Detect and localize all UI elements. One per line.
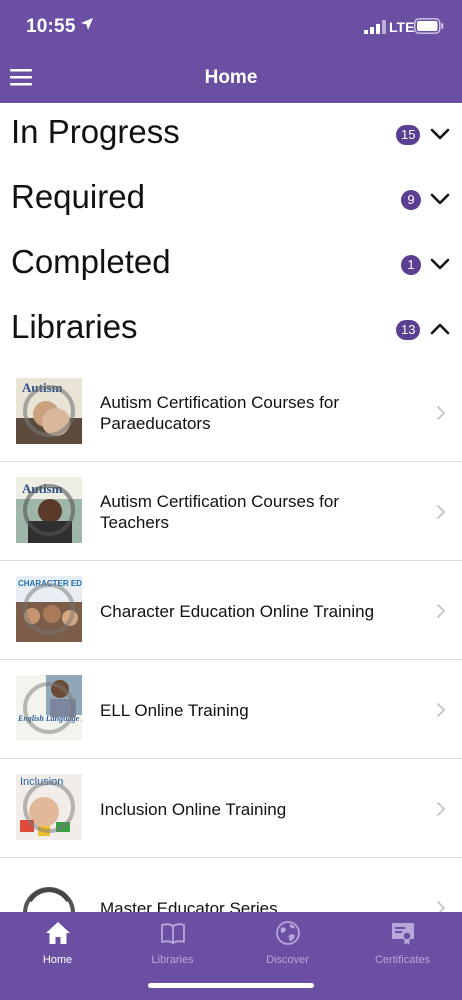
list-item[interactable]: Autism Autism Certification Courses for … xyxy=(0,463,462,561)
battery-icon xyxy=(414,18,444,34)
library-title: Character Education Online Training xyxy=(100,601,375,621)
section-label: Completed xyxy=(11,243,171,280)
chevron-right-icon xyxy=(437,505,446,519)
chevron-right-icon xyxy=(437,802,446,816)
certificate-icon xyxy=(392,923,414,945)
library-title: Autism Certification Courses for Teacher… xyxy=(100,492,340,532)
nav-bar: Home xyxy=(0,56,462,103)
section-label: Libraries xyxy=(11,308,138,345)
tab-label: Home xyxy=(42,954,73,966)
tab-home[interactable]: Home xyxy=(0,912,115,974)
book-icon xyxy=(161,923,185,944)
chevron-right-icon xyxy=(437,703,446,717)
tab-libraries[interactable]: Libraries xyxy=(115,912,230,974)
tab-certificates[interactable]: Certificates xyxy=(345,912,460,974)
home-icon xyxy=(46,922,70,944)
section-completed[interactable]: Completed 1 xyxy=(0,233,462,297)
library-thumbnail: Autism xyxy=(16,477,82,543)
home-indicator xyxy=(148,983,314,988)
location-arrow-icon xyxy=(81,18,93,30)
chevron-down-icon[interactable] xyxy=(430,127,450,141)
section-libraries[interactable]: Libraries 13 xyxy=(0,298,462,362)
globe-icon xyxy=(276,921,300,945)
list-item[interactable]: Inclusion Inclusion Online Training xyxy=(0,760,462,858)
count-badge: 13 xyxy=(396,320,421,340)
status-bar: 10:55 LTE xyxy=(0,0,462,56)
library-title: ELL Online Training xyxy=(100,700,249,720)
section-label: Required xyxy=(11,178,145,215)
chevron-up-icon[interactable] xyxy=(430,322,450,336)
library-thumbnail: CHARACTER EDUCATION xyxy=(16,576,82,642)
tab-label: Discover xyxy=(266,954,309,966)
tab-label: Libraries xyxy=(151,954,194,966)
page-title: Home xyxy=(204,67,258,88)
count-badge: 1 xyxy=(401,255,421,275)
section-required[interactable]: Required 9 xyxy=(0,168,462,232)
tab-label: Certificates xyxy=(374,954,431,966)
library-thumbnail: English Language Learners xyxy=(16,675,82,741)
library-thumbnail: Autism xyxy=(16,378,82,444)
count-badge: 15 xyxy=(396,125,421,145)
status-time: 10:55 xyxy=(26,16,76,37)
library-thumbnail: Inclusion xyxy=(16,774,82,840)
list-item[interactable]: English Language Learners ELL Online Tra… xyxy=(0,661,462,759)
count-badge: 9 xyxy=(401,190,421,210)
chevron-right-icon xyxy=(437,406,446,420)
list-item[interactable]: CHARACTER EDUCATION Character Education … xyxy=(0,562,462,660)
network-type: LTE xyxy=(389,19,415,35)
section-label: In Progress xyxy=(11,113,180,150)
tab-discover[interactable]: Discover xyxy=(230,912,345,974)
library-title: Inclusion Online Training xyxy=(100,799,287,819)
signal-icon xyxy=(364,20,386,34)
section-in-progress[interactable]: In Progress 15 xyxy=(0,103,462,167)
chevron-down-icon[interactable] xyxy=(430,192,450,206)
library-title: Autism Certification Courses for Paraedu… xyxy=(100,393,340,433)
chevron-right-icon xyxy=(437,604,446,618)
chevron-down-icon[interactable] xyxy=(430,257,450,271)
list-item[interactable]: Autism Autism Certification Courses for … xyxy=(0,364,462,462)
